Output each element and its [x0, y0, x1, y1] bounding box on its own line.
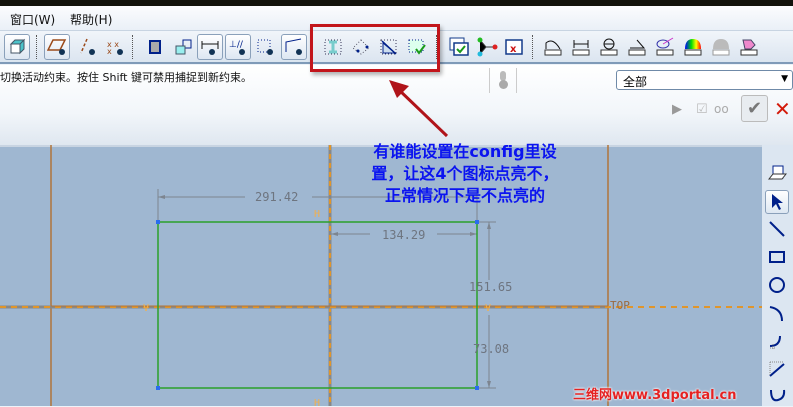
grid-eye-icon — [257, 39, 273, 55]
section-analysis-button[interactable] — [680, 34, 706, 60]
status-message: 切换活动约束。按住 Shift 键可禁用捕捉到新约束。 — [0, 71, 252, 84]
chamfer-button[interactable] — [765, 357, 789, 381]
node-graph-icon — [477, 37, 498, 57]
measure-length-button[interactable] — [540, 34, 566, 60]
curvature-analysis-button[interactable] — [652, 34, 678, 60]
filter-value: 全部 — [623, 75, 648, 89]
color-map-icon — [684, 39, 702, 56]
annotation-arrow — [389, 80, 449, 138]
constraint-v-left: V — [143, 303, 149, 314]
curvature-icon — [656, 37, 674, 56]
fillet-icon — [769, 335, 781, 350]
line-button[interactable] — [765, 217, 789, 241]
dimension-width[interactable]: 291.42 — [255, 190, 298, 204]
menu-help[interactable]: 帮助(H) — [70, 11, 112, 28]
watermark: 三维网www.3dportal.cn — [573, 388, 737, 403]
plane-eye-icon — [47, 39, 67, 55]
svg-text:x: x — [107, 47, 112, 56]
fillet-button[interactable] — [765, 329, 789, 353]
dimension-upper[interactable]: 151.65 — [469, 280, 512, 294]
select-button[interactable] — [765, 190, 789, 214]
svg-text:⊥//: ⊥// — [229, 40, 244, 50]
glasses-icon[interactable]: oo — [714, 102, 729, 116]
measure-curve-icon — [544, 40, 562, 56]
slope-icon — [712, 39, 730, 56]
slope-analysis-button[interactable] — [708, 34, 734, 60]
measure-diameter-button[interactable] — [596, 34, 622, 60]
mass-properties-button[interactable] — [736, 34, 762, 60]
dimension-lower[interactable]: 73.08 — [473, 342, 509, 356]
svg-text:x: x — [510, 44, 517, 55]
sketch-rectangle[interactable] — [157, 221, 478, 389]
measure-angle-button[interactable] — [624, 34, 650, 60]
cube-icon — [9, 38, 26, 55]
vertex-points — [156, 220, 479, 390]
menu-window[interactable]: 窗口(W) — [10, 11, 55, 28]
annotation-text: 有谁能设置在config里设 置，让这4个图标点亮不， 正常情况下是不点亮的 — [330, 141, 600, 207]
references-icon — [175, 39, 192, 55]
rectangle-icon — [769, 251, 785, 263]
arrow-cursor-icon — [772, 194, 783, 210]
rectangle-button[interactable] — [765, 245, 789, 269]
line-icon — [769, 221, 785, 237]
chevron-down-icon: ▼ — [781, 74, 788, 84]
constraint-v-right: V — [485, 303, 491, 314]
measure-angle-icon — [628, 39, 646, 56]
constraint-h-bottom: H — [314, 398, 320, 406]
annotation-line-2: 置，让这4个图标点亮不， — [371, 164, 559, 183]
sketch-toolbar — [762, 145, 793, 406]
annotation-line-1: 有谁能设置在config里设 — [373, 142, 557, 161]
cancel-feature-button[interactable]: x — [501, 34, 527, 60]
ok-button[interactable]: ✔ — [741, 95, 768, 122]
filter-dropdown[interactable]: 全部 ▼ — [616, 70, 793, 90]
arc-button[interactable] — [765, 301, 789, 325]
chamfer-icon — [769, 361, 785, 377]
points-eye-icon: x xx — [107, 40, 123, 56]
references-button[interactable] — [170, 34, 196, 60]
constraint-eye-icon: ⊥// — [229, 40, 245, 55]
sketch-view-button[interactable] — [765, 163, 789, 187]
highlight-box — [310, 24, 440, 72]
constraint-h-top: H — [314, 209, 320, 220]
measure-distance-button[interactable] — [568, 34, 594, 60]
display-axis-button[interactable] — [74, 34, 100, 60]
display-grid-button[interactable] — [253, 34, 279, 60]
window-check-icon — [449, 37, 469, 56]
sketch-plane-icon — [767, 165, 787, 180]
measure-diameter-icon — [600, 38, 618, 56]
datum-top-label: TOP — [610, 299, 630, 312]
checkbox-preview-icon[interactable]: ☑ — [696, 102, 708, 117]
axis-eye-icon — [80, 38, 95, 55]
measure-distance-icon — [572, 40, 590, 56]
accept-feature-button[interactable] — [446, 34, 472, 60]
display-dimensions-button[interactable] — [197, 34, 223, 60]
spline-button[interactable] — [765, 383, 789, 407]
circle-button[interactable] — [765, 273, 789, 297]
thermometer-icon — [489, 68, 517, 93]
dimensions — [157, 189, 496, 389]
display-plane-button[interactable] — [44, 34, 70, 60]
display-vertices-button[interactable] — [281, 34, 307, 60]
dimension-right[interactable]: 134.29 — [382, 228, 425, 242]
spline-icon — [770, 389, 786, 402]
window-x-icon: x — [505, 39, 523, 55]
view-3d-button[interactable] — [4, 34, 30, 60]
annotation-line-3: 正常情况下是不点亮的 — [384, 186, 545, 205]
dimension-eye-icon — [201, 41, 219, 55]
vertex-eye-icon — [285, 38, 302, 55]
play-icon[interactable]: ▶ — [672, 102, 682, 117]
circle-icon — [769, 277, 785, 293]
sketch-setup-button[interactable] — [142, 34, 168, 60]
relations-button[interactable] — [474, 34, 500, 60]
display-points-button[interactable]: x xx — [102, 34, 128, 60]
cancel-button[interactable]: ✕ — [774, 97, 791, 121]
display-constraints-button[interactable]: ⊥// — [225, 34, 251, 60]
sketch-setup-icon — [149, 40, 161, 54]
solid-measure-icon — [740, 39, 758, 56]
arc-icon — [769, 306, 783, 322]
